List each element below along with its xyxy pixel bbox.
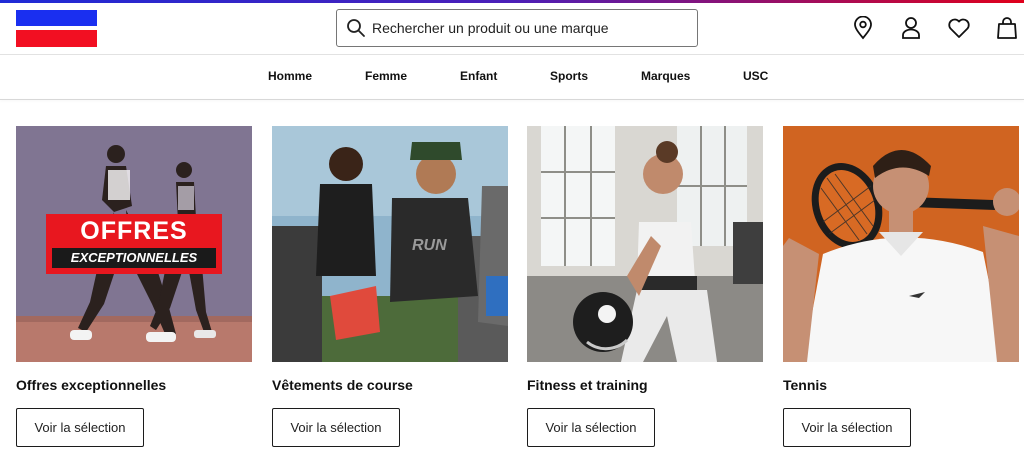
nav-item-enfant[interactable]: Enfant [460,69,497,83]
logo-red-stripe [16,30,97,47]
badge-line-2: EXCEPTIONNELLES [52,248,216,268]
site-logo[interactable] [16,10,97,47]
card-image-tennis[interactable] [783,126,1019,362]
account-icon[interactable] [898,15,924,41]
product-card-offres: OFFRES EXCEPTIONNELLES Offres exceptionn… [16,126,252,447]
nav-item-usc[interactable]: USC [743,69,768,83]
badge-line-1: OFFRES [80,217,188,245]
nav-divider [0,99,1024,100]
product-card-fitness: Fitness et training Voir la sélection [527,126,763,447]
bag-icon[interactable] [994,15,1020,41]
svg-text:RUN: RUN [412,237,447,254]
nav-item-marques[interactable]: Marques [641,69,690,83]
main-navigation: Homme Femme Enfant Sports Marques USC [0,55,1024,99]
voir-selection-button[interactable]: Voir la sélection [16,408,144,447]
offres-badge: OFFRES EXCEPTIONNELLES [46,214,222,274]
wishlist-icon[interactable] [946,15,972,41]
product-card-tennis: Tennis Voir la sélection [783,126,1019,447]
search-box[interactable] [336,9,698,47]
card-title[interactable]: Tennis [783,377,1019,393]
card-image-offres[interactable]: OFFRES EXCEPTIONNELLES [16,126,252,362]
nav-item-homme[interactable]: Homme [268,69,312,83]
card-title[interactable]: Vêtements de course [272,377,508,393]
logo-blue-stripe [16,10,97,26]
card-title[interactable]: Offres exceptionnelles [16,377,252,393]
product-card-course: RUN Vêtements de course Voir la sélectio… [272,126,508,447]
nav-item-sports[interactable]: Sports [550,69,588,83]
card-title[interactable]: Fitness et training [527,377,763,393]
voir-selection-button[interactable]: Voir la sélection [272,408,400,447]
voir-selection-button[interactable]: Voir la sélection [783,408,911,447]
card-image-fitness[interactable] [527,126,763,362]
nav-item-femme[interactable]: Femme [365,69,407,83]
header-actions [850,15,1022,43]
search-input[interactable] [372,20,672,36]
store-locator-icon[interactable] [850,15,876,41]
card-image-course[interactable]: RUN [272,126,508,362]
search-icon[interactable] [346,18,366,38]
site-header [0,3,1024,54]
voir-selection-button[interactable]: Voir la sélection [527,408,655,447]
